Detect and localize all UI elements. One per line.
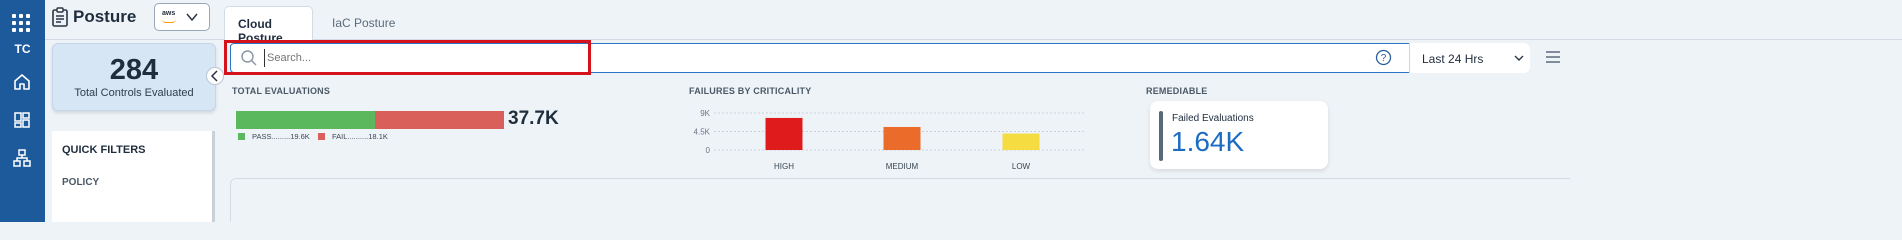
x-tick-label-high: HIGH bbox=[774, 162, 794, 171]
chevron-down-icon bbox=[1514, 55, 1524, 61]
tab-cloud-posture[interactable]: Cloud Posture bbox=[224, 6, 313, 45]
posture-page: TC Posture aws Cloud Posture IaC Posture… bbox=[0, 0, 1902, 222]
pass-legend-swatch bbox=[238, 133, 245, 140]
apps-grid-icon[interactable] bbox=[12, 14, 30, 32]
quick-filters-panel: QUICK FILTERS POLICY bbox=[52, 131, 215, 222]
total-controls-value: 284 bbox=[109, 54, 159, 86]
page-title: Posture bbox=[73, 7, 137, 26]
x-tick-label-low: LOW bbox=[1012, 162, 1031, 171]
fail-bar bbox=[375, 111, 504, 129]
results-panel bbox=[230, 178, 1570, 222]
total-controls-label: Total Controls Evaluated bbox=[74, 87, 194, 99]
cloud-provider-select[interactable]: aws bbox=[154, 3, 210, 31]
card-accent bbox=[1159, 111, 1163, 161]
y-tick-label: 0 bbox=[706, 146, 711, 155]
hierarchy-icon[interactable] bbox=[12, 148, 32, 168]
total-evaluations-value: 37.7K bbox=[508, 108, 559, 129]
aws-logo: aws bbox=[162, 10, 176, 17]
total-controls-card: 284 Total Controls Evaluated bbox=[52, 43, 216, 111]
fail-legend-swatch bbox=[318, 133, 325, 140]
svg-text:?: ? bbox=[1381, 53, 1387, 64]
y-tick-label: 4.5K bbox=[694, 128, 711, 137]
posture-clipboard-icon bbox=[52, 7, 68, 27]
failed-evaluations-card[interactable]: Failed Evaluations 1.64K bbox=[1150, 101, 1328, 169]
bar-medium[interactable] bbox=[883, 126, 921, 150]
menu-icon[interactable] bbox=[1545, 50, 1561, 64]
quick-filter-policy[interactable]: POLICY bbox=[62, 177, 99, 188]
help-icon[interactable]: ? bbox=[1375, 49, 1392, 66]
total-evaluations-title: TOTAL EVALUATIONS bbox=[232, 86, 331, 96]
quick-filters-title: QUICK FILTERS bbox=[62, 144, 146, 156]
bar-low[interactable] bbox=[1002, 133, 1040, 150]
failed-evaluations-label: Failed Evaluations bbox=[1172, 113, 1254, 124]
failures-by-criticality-chart: 9K 4.5K 0 HIGH MEDIUM LOW bbox=[694, 109, 1084, 171]
failed-evaluations-value: 1.64K bbox=[1171, 126, 1245, 157]
aws-logo-smile bbox=[162, 19, 176, 23]
chevron-down-icon bbox=[186, 13, 198, 22]
chevron-left-icon bbox=[210, 70, 218, 82]
home-icon[interactable] bbox=[12, 72, 32, 92]
fail-legend-label: FAIL..........18.1K bbox=[332, 132, 388, 141]
pass-bar bbox=[236, 111, 375, 129]
time-range-value: Last 24 Hrs bbox=[1422, 52, 1484, 66]
tab-iac-posture[interactable]: IaC Posture bbox=[319, 6, 408, 40]
remediable-title: REMEDIABLE bbox=[1146, 86, 1208, 96]
nav-rail: TC bbox=[0, 0, 45, 222]
search-highlight bbox=[224, 40, 591, 75]
workspace-badge[interactable]: TC bbox=[0, 42, 45, 56]
pass-legend-label: PASS.........19.6K bbox=[252, 132, 310, 141]
bar-high[interactable] bbox=[765, 117, 803, 150]
x-tick-label-medium: MEDIUM bbox=[886, 162, 919, 171]
dashboard-icon[interactable] bbox=[12, 110, 32, 130]
y-tick-label: 9K bbox=[700, 109, 710, 118]
failures-by-criticality-title: FAILURES BY CRITICALITY bbox=[689, 86, 812, 96]
time-range-select[interactable]: Last 24 Hrs bbox=[1409, 43, 1530, 73]
collapse-panel-button[interactable] bbox=[206, 67, 224, 85]
